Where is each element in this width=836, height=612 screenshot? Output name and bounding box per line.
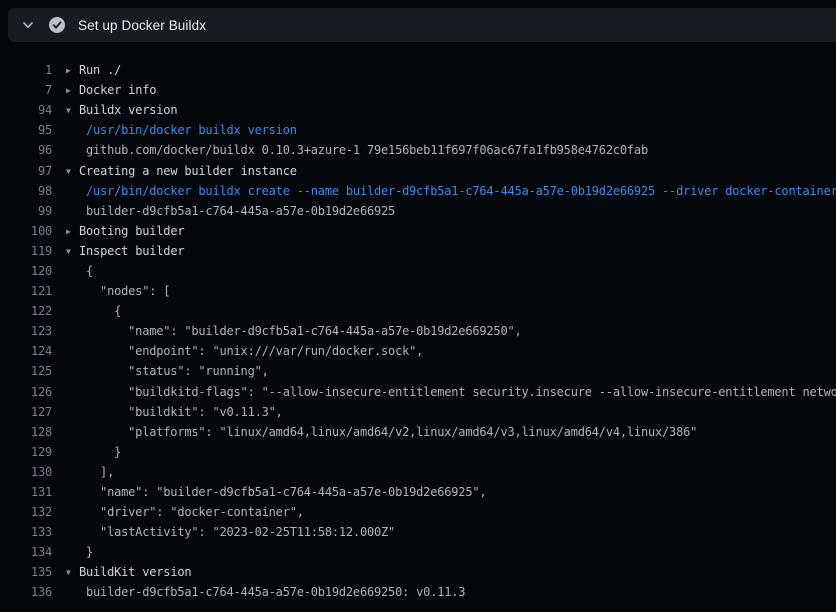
log-line: 134} <box>0 542 836 562</box>
log-line: 122 { <box>0 301 836 321</box>
line-text: "endpoint": "unix:///var/run/docker.sock… <box>66 344 836 358</box>
line-text: ], <box>66 465 836 479</box>
line-number[interactable]: 122 <box>0 304 52 318</box>
line-text: "driver": "docker-container", <box>66 505 836 519</box>
group-title: Run ./ <box>79 63 121 77</box>
chevron-right-icon: ▶ <box>66 86 75 95</box>
log-line: 96 github.com/docker/buildx 0.10.3+azure-… <box>0 140 836 160</box>
line-text: github.com/docker/buildx 0.10.3+azure-1 … <box>66 143 836 157</box>
log-line[interactable]: 7 ▶ Docker info <box>0 80 836 100</box>
line-number[interactable]: 132 <box>0 505 52 519</box>
line-text: "buildkit": "v0.11.3", <box>66 405 836 419</box>
line-text: "name": "builder-d9cfb5a1-c764-445a-a57e… <box>66 485 836 499</box>
log-line: 129 } <box>0 442 836 462</box>
line-number[interactable]: 136 <box>0 585 52 599</box>
line-number[interactable]: 119 <box>0 244 52 258</box>
log-line: 132 "driver": "docker-container", <box>0 502 836 522</box>
log-line: 130 ], <box>0 462 836 482</box>
log-line: 131 "name": "builder-d9cfb5a1-c764-445a-… <box>0 482 836 502</box>
line-number[interactable]: 135 <box>0 565 52 579</box>
group-title: Inspect builder <box>79 244 184 258</box>
line-number[interactable]: 131 <box>0 485 52 499</box>
log-line[interactable]: 100 ▶ Booting builder <box>0 221 836 241</box>
chevron-right-icon: ▶ <box>66 66 75 75</box>
step-header[interactable]: Set up Docker Buildx <box>8 8 836 42</box>
line-text: "name": "builder-d9cfb5a1-c764-445a-a57e… <box>66 324 836 338</box>
group-title: BuildKit version <box>79 565 191 579</box>
line-number[interactable]: 128 <box>0 425 52 439</box>
chevron-right-icon: ▶ <box>66 227 75 236</box>
line-number[interactable]: 7 <box>0 83 52 97</box>
log-line: 128 "platforms": "linux/amd64,linux/amd6… <box>0 422 836 442</box>
line-text: { <box>66 304 836 318</box>
log-line: 124 "endpoint": "unix:///var/run/docker.… <box>0 341 836 361</box>
chevron-down-icon: ▼ <box>66 167 75 176</box>
line-text: /usr/bin/docker buildx create --name bui… <box>66 184 836 198</box>
line-number[interactable]: 134 <box>0 545 52 559</box>
line-text: builder-d9cfb5a1-c764-445a-a57e-0b19d2e6… <box>66 585 836 599</box>
chevron-down-icon <box>20 17 36 33</box>
group-title: Creating a new builder instance <box>79 164 297 178</box>
group-title: Buildx version <box>79 103 177 117</box>
line-number[interactable]: 123 <box>0 324 52 338</box>
log-line: 98/usr/bin/docker buildx create --name b… <box>0 181 836 201</box>
line-number[interactable]: 99 <box>0 204 52 218</box>
log-line: 123 "name": "builder-d9cfb5a1-c764-445a-… <box>0 321 836 341</box>
line-number[interactable]: 121 <box>0 284 52 298</box>
line-number[interactable]: 94 <box>0 103 52 117</box>
log-lines: 1 ▶ Run ./ 7 ▶ Docker info 94 ▼ Buildx version 95… <box>0 42 836 603</box>
line-text: } <box>66 445 836 459</box>
log-line[interactable]: 119 ▼ Inspect builder <box>0 241 836 261</box>
line-text: "platforms": "linux/amd64,linux/amd64/v2… <box>66 425 836 439</box>
line-number[interactable]: 96 <box>0 143 52 157</box>
log-line[interactable]: 135 ▼ BuildKit version <box>0 562 836 582</box>
group-title: Booting builder <box>79 224 184 238</box>
log-line: 125 "status": "running", <box>0 361 836 381</box>
line-number[interactable]: 95 <box>0 123 52 137</box>
log-line: 95/usr/bin/docker buildx version <box>0 120 836 140</box>
log-line[interactable]: 1 ▶ Run ./ <box>0 60 836 80</box>
log-line: 120 { <box>0 261 836 281</box>
step-title: Set up Docker Buildx <box>78 18 206 33</box>
line-number[interactable]: 133 <box>0 525 52 539</box>
log-line: 126 "buildkitd-flags": "--allow-insecure… <box>0 382 836 402</box>
line-number[interactable]: 130 <box>0 465 52 479</box>
step-log-viewer: Set up Docker Buildx 1 ▶ Run ./ 7 ▶ Docker in… <box>0 8 836 603</box>
line-text: "nodes": [ <box>66 284 836 298</box>
line-text: "lastActivity": "2023-02-25T11:58:12.000… <box>66 525 836 539</box>
group-title: Docker info <box>79 83 156 97</box>
log-line[interactable]: 97 ▼ Creating a new builder instance <box>0 160 836 180</box>
line-number[interactable]: 120 <box>0 264 52 278</box>
line-text: "buildkitd-flags": "--allow-insecure-ent… <box>66 385 836 399</box>
line-text: builder-d9cfb5a1-c764-445a-a57e-0b19d2e6… <box>66 204 836 218</box>
line-number[interactable]: 100 <box>0 224 52 238</box>
log-line: 121 "nodes": [ <box>0 281 836 301</box>
log-line[interactable]: 94 ▼ Buildx version <box>0 100 836 120</box>
line-number[interactable]: 129 <box>0 445 52 459</box>
log-line: 99 builder-d9cfb5a1-c764-445a-a57e-0b19d2… <box>0 201 836 221</box>
log-line: 136 builder-d9cfb5a1-c764-445a-a57e-0b19d… <box>0 582 836 602</box>
line-number[interactable]: 124 <box>0 344 52 358</box>
line-number[interactable]: 125 <box>0 364 52 378</box>
line-text: { <box>66 264 836 278</box>
line-text: /usr/bin/docker buildx version <box>66 123 836 137</box>
line-text: } <box>66 545 836 559</box>
line-text: "status": "running", <box>66 364 836 378</box>
line-number[interactable]: 126 <box>0 385 52 399</box>
line-number[interactable]: 98 <box>0 184 52 198</box>
chevron-down-icon: ▼ <box>66 247 75 256</box>
chevron-down-icon: ▼ <box>66 568 75 577</box>
chevron-down-icon: ▼ <box>66 106 75 115</box>
log-line: 133 "lastActivity": "2023-02-25T11:58:12… <box>0 522 836 542</box>
line-number[interactable]: 127 <box>0 405 52 419</box>
line-number[interactable]: 1 <box>0 63 52 77</box>
log-line: 127 "buildkit": "v0.11.3", <box>0 402 836 422</box>
line-number[interactable]: 97 <box>0 164 52 178</box>
check-circle-icon <box>48 16 66 34</box>
